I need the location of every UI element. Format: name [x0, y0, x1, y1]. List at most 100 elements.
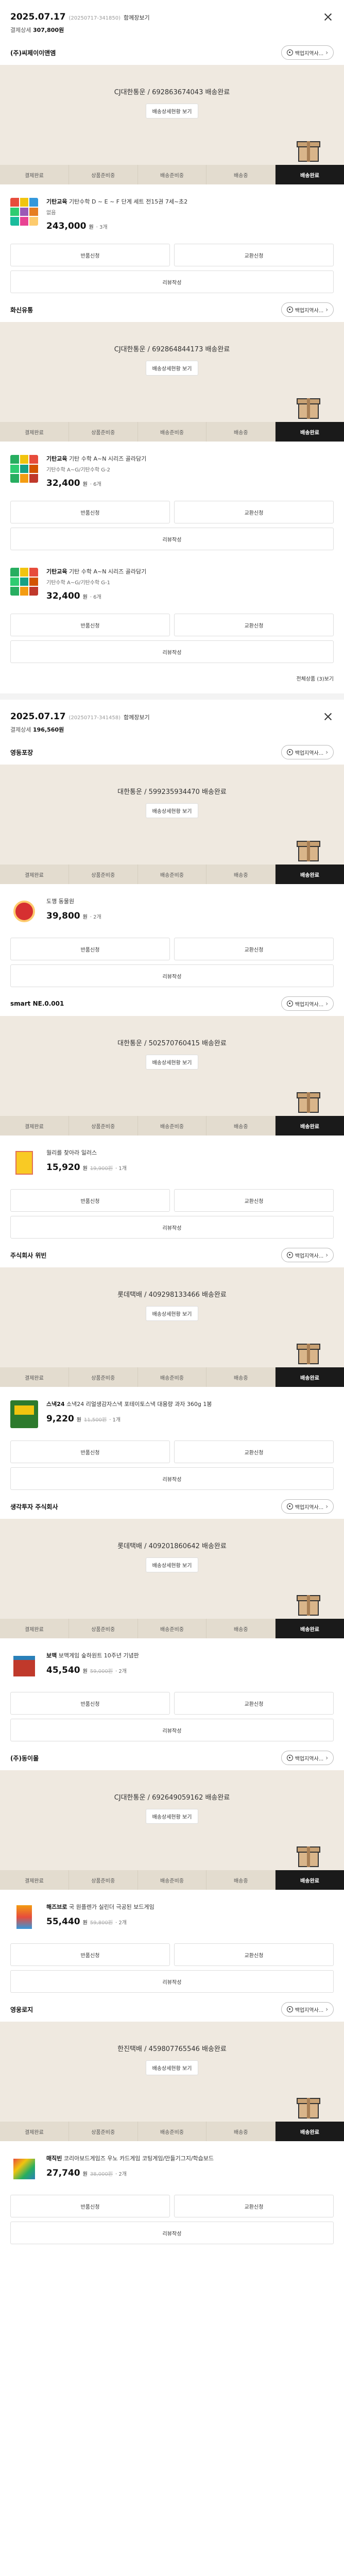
product-title[interactable]: 매직빈 코리아보드게임즈 우노 카드게임 코팅게임/만들기그지/학습보드 [46, 2155, 334, 2163]
seller-contact-button[interactable]: 백업지역사... › [281, 2002, 334, 2016]
item-actions: 반품신청 교환신청리뷰작성 [0, 2193, 344, 2244]
return-request-button[interactable]: 반품신청 [10, 938, 170, 960]
exchange-request-button[interactable]: 교환신청 [174, 2195, 334, 2217]
product-title[interactable]: 스낵24 소낵24 리얼생감자스낵 포테이토스낵 대용량 과자 360g 1봉 [46, 1400, 334, 1409]
shop-header: (주)씨제이이앤엠 백업지역사... › [0, 40, 344, 65]
shop-name[interactable]: (주)씨제이이앤엠 [10, 48, 56, 57]
tracking-detail-button[interactable]: 배송상세현황 보기 [145, 104, 199, 118]
tracking-detail-button[interactable]: 배송상세현황 보기 [145, 2060, 199, 2075]
product-item[interactable]: 도깽 동물원 39,800 원 · 2개 [0, 884, 344, 936]
product-title[interactable]: 기탄교육 기탄수학 D ~ E ~ F 단계 세트 전15권 7세~초2 [46, 198, 334, 206]
product-item[interactable]: 매직빈 코리아보드게임즈 우노 카드게임 코팅게임/만들기그지/학습보드 27,7… [0, 2141, 344, 2193]
product-thumbnail[interactable] [10, 1652, 38, 1680]
tracking-detail-button[interactable]: 배송상세현황 보기 [145, 361, 199, 376]
seller-contact-button[interactable]: 백업지역사... › [281, 996, 334, 1011]
order-detail-link[interactable]: 함께장보기 [124, 713, 150, 721]
product-thumbnail[interactable] [10, 455, 38, 483]
exchange-request-button[interactable]: 교환신청 [174, 1189, 334, 1212]
delivery-status-panel: 한진택배 / 459807765546 배송완료 배송상세현황 보기 결제완료 상품준… [0, 2022, 344, 2141]
tracking-detail-button[interactable]: 배송상세현황 보기 [145, 803, 199, 818]
action-row: 반품신청 교환신청 [10, 614, 334, 636]
write-review-button[interactable]: 리뷰작성 [10, 1216, 334, 1239]
exchange-request-button[interactable]: 교환신청 [174, 1692, 334, 1715]
product-quantity: · 2개 [115, 1920, 127, 1926]
seller-contact-button[interactable]: 백업지역사... › [281, 1248, 334, 1262]
write-review-button[interactable]: 리뷰작성 [10, 1467, 334, 1490]
exchange-request-button[interactable]: 교환신청 [174, 1440, 334, 1463]
product-title[interactable]: 기탄교육 기탄 수학 A~N 시리즈 골라담기 [46, 568, 334, 576]
view-all-products-link[interactable]: 전체상품 (3)보기 [0, 667, 344, 684]
seller-contact-button[interactable]: 백업지역사... › [281, 745, 334, 759]
product-item[interactable]: 해즈브로 국 원플렌가 실린더 극공된 보드게임 55,440 원 59,800원 · … [0, 1890, 344, 1941]
return-request-button[interactable]: 반품신청 [10, 501, 170, 523]
product-title[interactable]: 기탄교육 기탄 수학 A~N 시리즈 골라담기 [46, 455, 334, 463]
product-thumbnail[interactable] [10, 1149, 38, 1177]
return-request-button[interactable]: 반품신청 [10, 1189, 170, 1212]
tracking-detail-button[interactable]: 배송상세현황 보기 [145, 1306, 199, 1321]
exchange-request-button[interactable]: 교환신청 [174, 501, 334, 523]
product-item[interactable]: 기탄교육 기탄 수학 A~N 시리즈 골라담기기탄수학 A~G/기탄수학 G-1… [0, 554, 344, 612]
product-title[interactable]: 해즈브로 국 원플렌가 실린더 극공된 보드게임 [46, 1903, 334, 1911]
exchange-request-button[interactable]: 교환신청 [174, 938, 334, 960]
shop-name[interactable]: 화신유통 [10, 306, 33, 314]
return-request-button[interactable]: 반품신청 [10, 614, 170, 636]
product-item[interactable]: 보맥 보맥게임 숲하원트 10주년 기념판 45,540 원 59,000원 · 2개 [0, 1638, 344, 1690]
seller-contact-button[interactable]: 백업지역사... › [281, 302, 334, 317]
order-detail-link[interactable]: 함께장보기 [124, 13, 150, 22]
product-option: 기탄수학 A~G/기탄수학 G-2 [46, 467, 111, 473]
product-thumbnail[interactable] [10, 198, 38, 226]
shop-name[interactable]: 생각투자 주식회사 [10, 1502, 58, 1511]
product-item[interactable]: 기탄교육 기탄수학 D ~ E ~ F 단계 세트 전15권 7세~초2 없음 24… [0, 184, 344, 242]
exchange-request-button[interactable]: 교환신청 [174, 1943, 334, 1966]
seller-contact-button[interactable]: 백업지역사... › [281, 1499, 334, 1514]
return-request-button[interactable]: 반품신청 [10, 1440, 170, 1463]
write-review-button[interactable]: 리뷰작성 [10, 640, 334, 663]
product-item[interactable]: 스낵24 소낵24 리얼생감자스낵 포테이토스낵 대용량 과자 360g 1봉 9… [0, 1387, 344, 1438]
delivery-step: 결제완료 [0, 1367, 69, 1387]
return-request-button[interactable]: 반품신청 [10, 2195, 170, 2217]
product-title[interactable]: 도깽 동물원 [46, 897, 334, 906]
shop-name[interactable]: smart NE.0.001 [10, 1000, 64, 1007]
payment-summary[interactable]: 결제상세 307,800원 [0, 26, 344, 40]
return-request-button[interactable]: 반품신청 [10, 1692, 170, 1715]
close-icon[interactable] [322, 711, 334, 722]
tracking-detail-button[interactable]: 배송상세현황 보기 [145, 1557, 199, 1572]
product-option: 기탄수학 A~G/기탄수학 G-1 [46, 580, 111, 586]
product-item[interactable]: 기탄교육 기탄 수학 A~N 시리즈 골라담기기탄수학 A~G/기탄수학 G-2… [0, 442, 344, 499]
tracking-detail-button[interactable]: 배송상세현황 보기 [145, 1055, 199, 1070]
seller-contact-button[interactable]: 백업지역사... › [281, 1751, 334, 1765]
write-review-button[interactable]: 리뷰작성 [10, 1970, 334, 1993]
product-title[interactable]: 월리를 찾아라 일러스 [46, 1149, 334, 1157]
shop-name[interactable]: 영웅로지 [10, 2005, 33, 2014]
payment-label: 결제상세 [10, 726, 31, 733]
return-request-button[interactable]: 반품신청 [10, 1943, 170, 1966]
shop-name[interactable]: (주)동이몰 [10, 1754, 39, 1762]
write-review-button[interactable]: 리뷰작성 [10, 964, 334, 987]
product-title[interactable]: 보맥 보맥게임 숲하원트 10주년 기념판 [46, 1652, 334, 1660]
product-thumbnail[interactable] [10, 897, 38, 925]
product-item[interactable]: 월리를 찾아라 일러스 15,920 원 19,900원 · 1개 [0, 1136, 344, 1187]
payment-summary[interactable]: 결제상세 196,560원 [0, 725, 344, 740]
price-line: 32,400 원 · 6개 [46, 591, 334, 601]
exchange-request-button[interactable]: 교환신청 [174, 614, 334, 636]
order-header-left: 2025.07.17 (20250717-341458) 함께장보기 [10, 711, 150, 722]
seller-contact-label: 백업지역사... [295, 308, 324, 314]
product-thumbnail[interactable] [10, 2155, 38, 2182]
action-row: 리뷰작성 [10, 1216, 334, 1239]
tracking-detail-button[interactable]: 배송상세현황 보기 [145, 1809, 199, 1824]
shop-name[interactable]: 주식회사 위빈 [10, 1251, 46, 1260]
return-request-button[interactable]: 반품신청 [10, 244, 170, 266]
write-review-button[interactable]: 리뷰작성 [10, 528, 334, 550]
shop-name[interactable]: 영동포장 [10, 748, 33, 757]
exchange-request-button[interactable]: 교환신청 [174, 244, 334, 266]
product-thumbnail[interactable] [10, 1400, 38, 1428]
write-review-button[interactable]: 리뷰작성 [10, 2222, 334, 2244]
write-review-button[interactable]: 리뷰작성 [10, 1719, 334, 1741]
close-icon[interactable] [322, 11, 334, 23]
product-brand: 해즈브로 [46, 1904, 67, 1910]
product-thumbnail[interactable] [10, 1903, 38, 1931]
product-thumbnail[interactable] [10, 568, 38, 596]
shop-header: 생각투자 주식회사 백업지역사... › [0, 1494, 344, 1519]
seller-contact-button[interactable]: 백업지역사... › [281, 45, 334, 60]
write-review-button[interactable]: 리뷰작성 [10, 270, 334, 293]
